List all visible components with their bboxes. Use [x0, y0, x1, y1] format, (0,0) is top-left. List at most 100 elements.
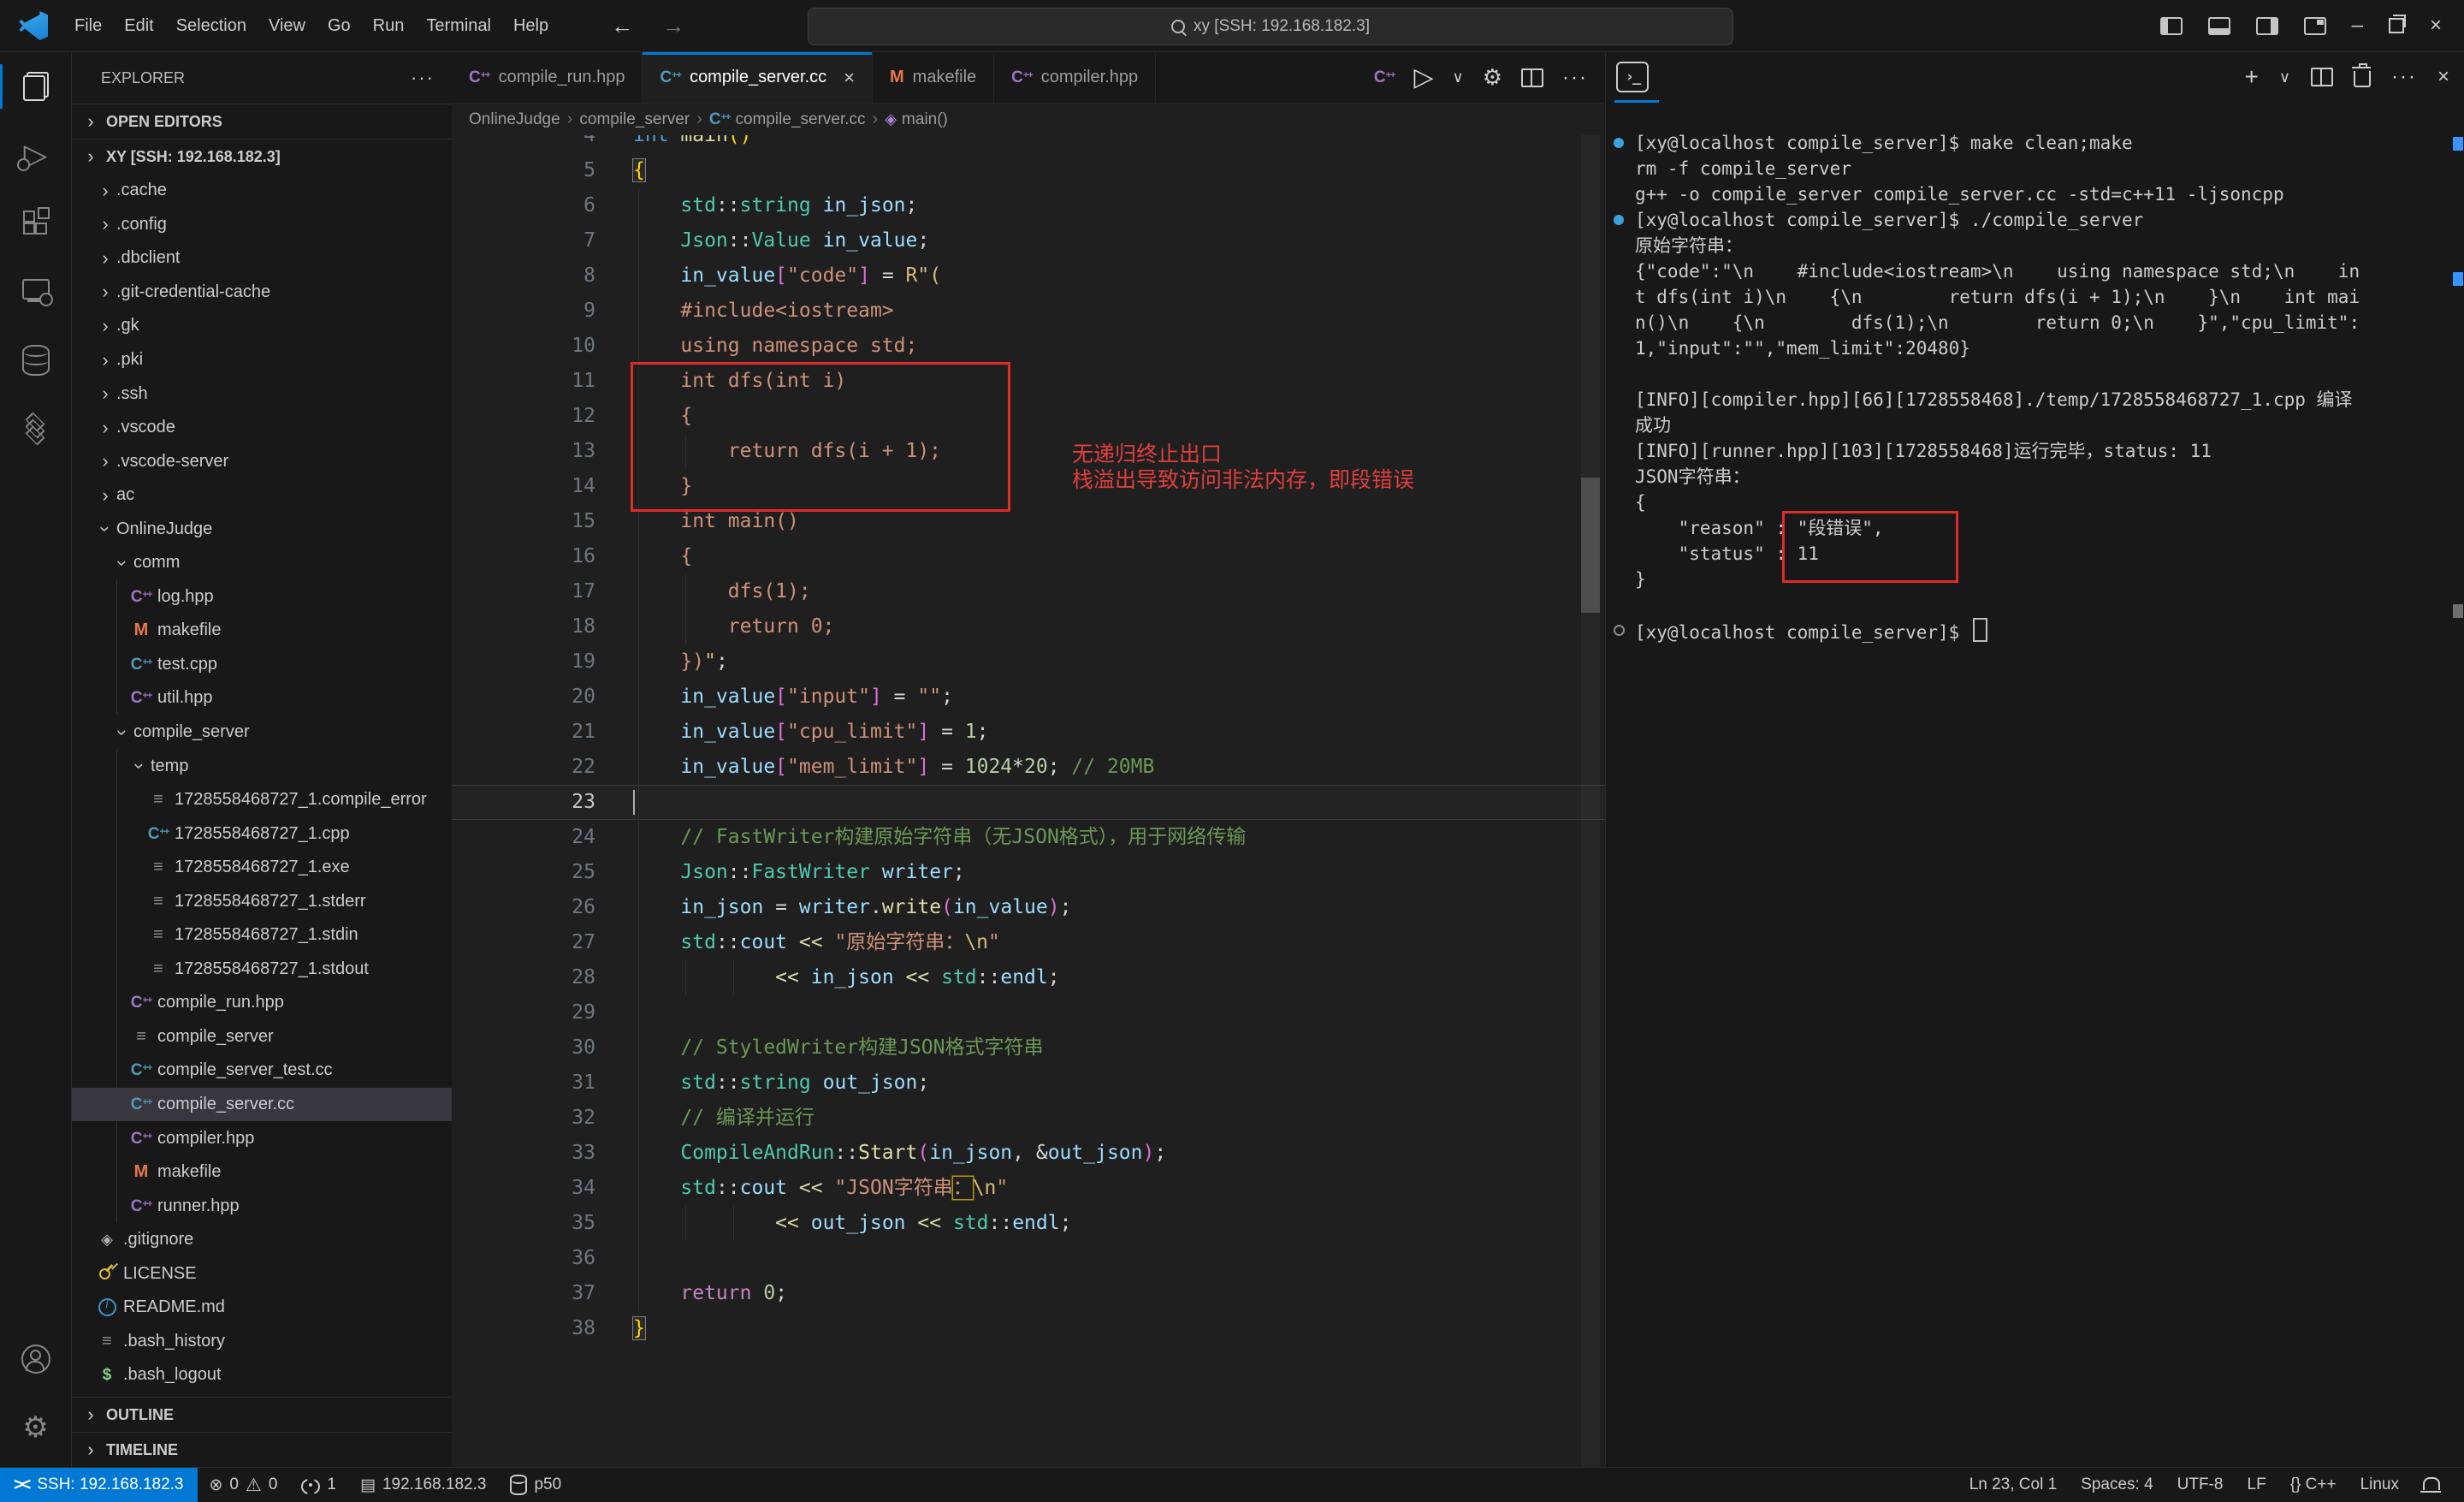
- indentation-status[interactable]: Spaces: 4: [2069, 1468, 2165, 1502]
- panel-more-actions-icon[interactable]: ···: [2391, 65, 2417, 89]
- tree-item-1728558468727_1.stdout[interactable]: ≡1728558468727_1.stdout: [72, 953, 452, 987]
- toggle-panel-icon[interactable]: [2208, 17, 2230, 35]
- code-line-27[interactable]: 27 std::cout << "原始字符串：\n": [452, 925, 1605, 960]
- breadcrumb[interactable]: OnlineJudge›compile_server›C++compile_se…: [452, 104, 1622, 135]
- language-mode[interactable]: {} C++: [2278, 1468, 2348, 1502]
- tree-item-log.hpp[interactable]: C++log.hpp: [72, 580, 452, 614]
- tree-item-README.md[interactable]: README.md: [72, 1291, 452, 1325]
- breadcrumb-item[interactable]: ◈main(): [885, 110, 948, 129]
- code-line-5[interactable]: 5{: [452, 153, 1605, 188]
- code-line-35[interactable]: 35 << out_json << std::endl;: [452, 1206, 1605, 1241]
- remote-explorer-icon[interactable]: [0, 258, 71, 326]
- tree-item-makefile[interactable]: Mmakefile: [72, 614, 452, 648]
- tree-item-1728558468727_1.cpp[interactable]: C++1728558468727_1.cpp: [72, 816, 452, 851]
- code-line-9[interactable]: 9 #include<iostream>: [452, 294, 1605, 329]
- code-line-10[interactable]: 10 using namespace std;: [452, 329, 1605, 364]
- tree-item-.gk[interactable]: ›.gk: [72, 309, 452, 343]
- tab-compile_run.hpp[interactable]: C++compile_run.hpp: [452, 52, 643, 103]
- menu-view[interactable]: View: [258, 11, 317, 41]
- code-line-25[interactable]: 25 Json::FastWriter writer;: [452, 855, 1605, 890]
- tree-item-.gitignore[interactable]: ◈.gitignore: [72, 1223, 452, 1257]
- tree-item-compile_server[interactable]: ≡compile_server: [72, 1020, 452, 1054]
- back-arrow-icon[interactable]: ←: [611, 13, 633, 39]
- tree-item-OnlineJudge[interactable]: ›OnlineJudge: [72, 512, 452, 546]
- code-line-17[interactable]: 17 dfs(1);: [452, 574, 1605, 609]
- tree-item-makefile[interactable]: Mmakefile: [72, 1155, 452, 1190]
- code-line-28[interactable]: 28 << in_json << std::endl;: [452, 960, 1605, 995]
- code-line-22[interactable]: 22 in_value["mem_limit"] = 1024*20; // 2…: [452, 750, 1605, 785]
- editor-more-actions-icon[interactable]: ···: [1562, 66, 1588, 90]
- menu-terminal[interactable]: Terminal: [415, 11, 502, 41]
- menu-go[interactable]: Go: [317, 11, 362, 41]
- workspace-section[interactable]: › XY [SSH: 192.168.182.3]: [72, 140, 452, 174]
- code-line-32[interactable]: 32 // 编译并运行: [452, 1101, 1605, 1136]
- code-line-37[interactable]: 37 return 0;: [452, 1276, 1605, 1311]
- code-line-29[interactable]: 29: [452, 995, 1605, 1030]
- terminal-output[interactable]: [xy@localhost compile_server]$ make clea…: [1606, 130, 2464, 644]
- os-status[interactable]: Linux: [2348, 1468, 2411, 1502]
- open-editors-section[interactable]: › OPEN EDITORS: [72, 104, 452, 140]
- minimize-button[interactable]: –: [2352, 14, 2363, 38]
- code-line-38[interactable]: 38}: [452, 1311, 1605, 1346]
- tree-item-1728558468727_1.stdin[interactable]: ≡1728558468727_1.stdin: [72, 918, 452, 953]
- database-status[interactable]: p50: [498, 1468, 573, 1502]
- new-terminal-icon[interactable]: +: [2244, 63, 2258, 91]
- tree-item-temp[interactable]: ›temp: [72, 749, 452, 783]
- tree-item-.ssh[interactable]: ›.ssh: [72, 377, 452, 411]
- tree-item-runner.hpp[interactable]: C++runner.hpp: [72, 1189, 452, 1223]
- code-line-13[interactable]: 13 return dfs(i + 1);: [452, 434, 1605, 469]
- tree-item-compile_server[interactable]: ›compile_server: [72, 715, 452, 750]
- tree-item-1728558468727_1.compile_error[interactable]: ≡1728558468727_1.compile_error: [72, 783, 452, 817]
- command-center-search[interactable]: xy [SSH: 192.168.182.3]: [808, 8, 1733, 45]
- eol-status[interactable]: LF: [2236, 1468, 2278, 1502]
- code-line-23[interactable]: 23: [452, 785, 1605, 820]
- breadcrumb-item[interactable]: OnlineJudge: [469, 110, 560, 129]
- code-line-31[interactable]: 31 std::string out_json;: [452, 1066, 1605, 1101]
- kill-terminal-icon[interactable]: [2354, 71, 2371, 87]
- terminal-tab-icon[interactable]: ›_: [1616, 62, 1649, 92]
- forward-arrow-icon[interactable]: →: [662, 13, 684, 39]
- menu-selection[interactable]: Selection: [165, 11, 258, 41]
- tree-item-.cache[interactable]: ›.cache: [72, 174, 452, 208]
- close-tab-icon[interactable]: ×: [844, 67, 855, 89]
- explorer-icon[interactable]: [0, 52, 71, 121]
- code-line-18[interactable]: 18 return 0;: [452, 609, 1605, 644]
- code-line-30[interactable]: 30 // StyledWriter构建JSON格式字符串: [452, 1030, 1605, 1066]
- forwarded-ports[interactable]: 1: [289, 1468, 348, 1502]
- timeline-section[interactable]: › TIMELINE: [72, 1432, 452, 1467]
- split-editor-icon[interactable]: [1521, 68, 1543, 87]
- layers-icon[interactable]: [0, 395, 71, 463]
- tree-item-ac[interactable]: ›ac: [72, 478, 452, 513]
- editor-scrollbar-thumb[interactable]: [1581, 478, 1600, 613]
- code-line-15[interactable]: 15 int main(): [452, 504, 1605, 539]
- terminal-dropdown-icon[interactable]: ∨: [2279, 68, 2290, 86]
- menu-run[interactable]: Run: [362, 11, 416, 41]
- restore-button[interactable]: [2389, 18, 2404, 33]
- close-button[interactable]: ×: [2430, 14, 2442, 38]
- tab-compile_server.cc[interactable]: C++compile_server.cc×: [643, 52, 873, 103]
- tree-item-compiler.hpp[interactable]: C++compiler.hpp: [72, 1121, 452, 1155]
- tree-item-LICENSE[interactable]: LICENSE: [72, 1257, 452, 1291]
- command-decoration-prompt-icon[interactable]: [1614, 625, 1625, 636]
- breadcrumb-item[interactable]: compile_server: [579, 110, 690, 129]
- code-line-21[interactable]: 21 in_value["cpu_limit"] = 1;: [452, 715, 1605, 750]
- tree-item-compile_server_test.cc[interactable]: C++compile_server_test.cc: [72, 1054, 452, 1088]
- extensions-icon[interactable]: [0, 189, 71, 258]
- code-line-33[interactable]: 33 CompileAndRun::Start(in_json, &out_js…: [452, 1136, 1605, 1171]
- customize-layout-icon[interactable]: [2304, 17, 2326, 35]
- code-line-34[interactable]: 34 std::cout << "JSON字符串：\n": [452, 1171, 1605, 1206]
- code-line-20[interactable]: 20 in_value["input"] = "";: [452, 680, 1605, 715]
- code-line-8[interactable]: 8 in_value["code"] = R"(: [452, 258, 1605, 294]
- encoding-status[interactable]: UTF-8: [2165, 1468, 2236, 1502]
- code-line-11[interactable]: 11 int dfs(int i): [452, 364, 1605, 399]
- tree-item-.bash_logout[interactable]: $.bash_logout: [72, 1358, 452, 1392]
- problems-status[interactable]: ⊗ 0 ⚠ 0: [198, 1468, 290, 1502]
- tree-item-1728558468727_1.stderr[interactable]: ≡1728558468727_1.stderr: [72, 884, 452, 918]
- command-decoration-success-icon[interactable]: [1614, 138, 1624, 148]
- database-icon[interactable]: [0, 326, 71, 395]
- code-line-19[interactable]: 19 })";: [452, 644, 1605, 680]
- account-icon[interactable]: [0, 1325, 71, 1393]
- menu-edit[interactable]: Edit: [113, 11, 164, 41]
- code-line-36[interactable]: 36: [452, 1241, 1605, 1276]
- tree-item-.vscode[interactable]: ›.vscode: [72, 411, 452, 445]
